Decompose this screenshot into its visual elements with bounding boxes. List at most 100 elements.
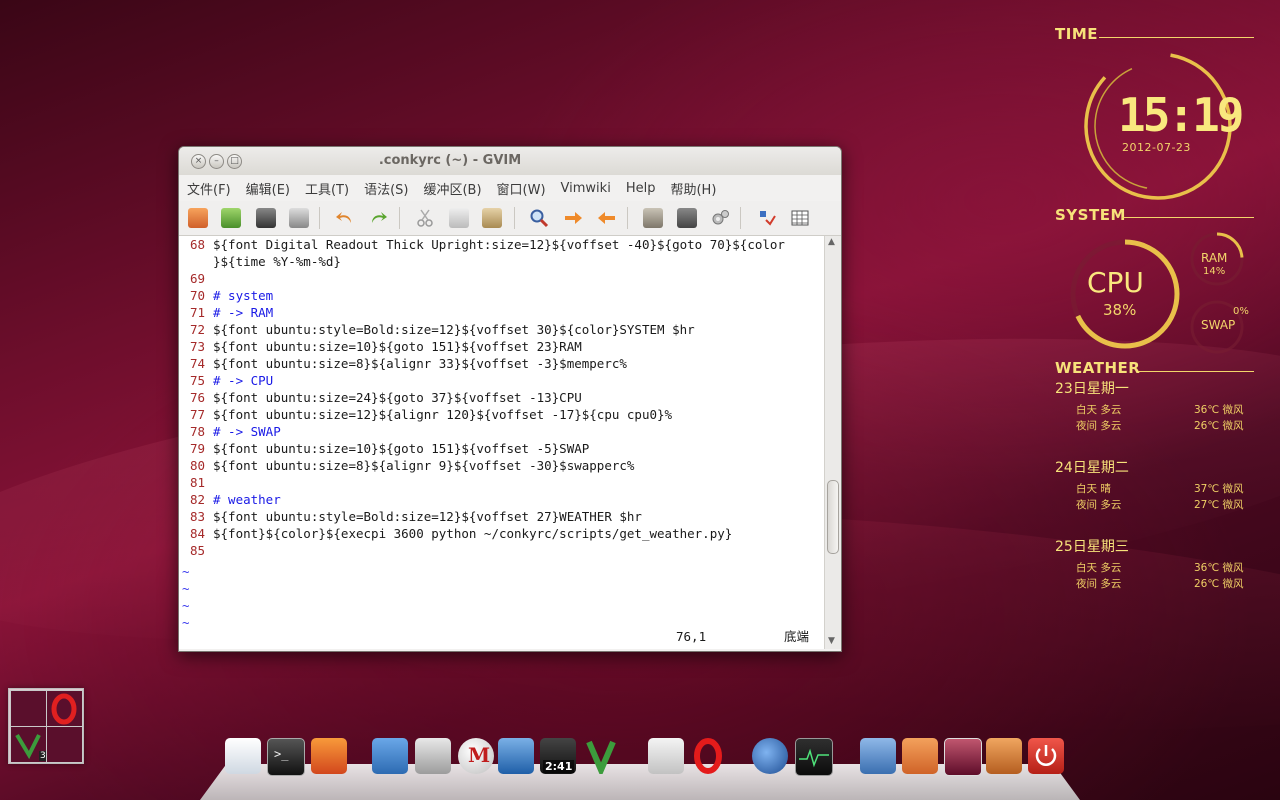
line-text: # -> SWAP [213,424,281,439]
dock-opera-icon[interactable] [690,738,726,774]
toolbar-separator [627,207,628,229]
editor-line[interactable]: 76 ${font ubuntu:size=24}${goto 37}${voff… [179,389,582,406]
settings-gear-icon[interactable] [710,208,730,228]
menu-help-en[interactable]: Help [626,181,656,196]
menu-help[interactable]: 帮助(H) [670,179,716,198]
editor-line[interactable]: 84 ${font}${color}${execpi 3600 python ~/… [179,525,732,542]
editor-text-area[interactable]: 68 ${font Digital Readout Thick Upright:s… [179,236,824,649]
editor-line[interactable]: 83 ${font ubuntu:style=Bold:size=12}${vof… [179,508,642,525]
find-replace-icon[interactable] [529,208,549,228]
line-number: 83 [189,509,205,524]
scroll-up-icon[interactable]: ▲ [828,237,835,247]
menu-window[interactable]: 窗口(W) [497,179,546,198]
window-title: .conkyrc (~) - GVIM [378,153,522,168]
copy-icon[interactable] [449,208,469,228]
dock-terminal-icon[interactable]: >_ [267,738,305,776]
cut-icon[interactable] [415,208,435,228]
editor-line[interactable]: 82 # weather [179,491,281,508]
scroll-down-icon[interactable]: ▼ [828,636,835,646]
vertical-scrollbar[interactable]: ▲ ▼ [824,236,841,649]
print-icon[interactable] [289,208,309,228]
dock-mail-icon[interactable] [648,738,684,774]
dock-folder-icon[interactable] [986,738,1022,774]
dock-gvim-icon[interactable] [583,738,619,778]
editor-line[interactable]: 79 ${font ubuntu:size=10}${goto 151}${vof… [179,440,589,457]
line-text: # -> CPU [213,373,274,388]
line-number: 80 [189,458,205,473]
gvim-window[interactable]: × – □ .conkyrc (~) - GVIM 文件(F) 编辑(E) 工具… [178,146,842,652]
line-text: ${font Digital Readout Thick Upright:siz… [213,237,785,252]
weather-rule [1138,371,1254,372]
dock-desktop-icon[interactable] [944,738,982,776]
spell-check-icon[interactable] [756,208,776,228]
dock-time-machine-icon[interactable] [902,738,938,774]
swap-percent: 0% [1233,306,1249,317]
paste-icon[interactable] [482,208,502,228]
weather-day-3-value: 36℃ 微风 [1194,562,1244,574]
line-number: 73 [189,339,205,354]
editor-line[interactable]: 73 ${font ubuntu:size=10}${goto 151}${vof… [179,338,582,355]
line-text: # system [213,288,274,303]
workspace-switcher[interactable]: 3 [8,688,84,764]
dock-software-center-icon[interactable] [311,738,347,774]
editor-line[interactable]: 71 # -> RAM [179,304,273,321]
editor-line[interactable]: 78 # -> SWAP [179,423,281,440]
weather-day-3-label: 白天 多云 [1076,562,1122,574]
dock-finder-icon[interactable] [860,738,896,774]
line-text: # weather [213,492,281,507]
table-icon[interactable] [790,208,810,228]
toolbar [179,201,841,236]
workspace-2[interactable] [46,690,83,727]
weather-day-1-value: 36℃ 微风 [1194,404,1244,416]
menu-tools[interactable]: 工具(T) [305,179,349,198]
editor-line[interactable]: 70 # system [179,287,273,304]
scrollbar-thumb[interactable] [827,480,839,554]
editor-line[interactable]: 74 ${font ubuntu:size=8}${alignr 33}${vof… [179,355,627,372]
save-icon[interactable] [256,208,276,228]
editor-line[interactable]: }${time %Y-%m-%d} [179,253,341,270]
open-file-icon[interactable] [188,208,208,228]
line-text: # -> RAM [213,305,274,320]
dock-system-monitor-icon[interactable] [795,738,833,776]
dock-power-icon[interactable] [1028,738,1064,774]
menu-vimwiki[interactable]: Vimwiki [561,181,611,196]
window-titlebar[interactable]: × – □ .conkyrc (~) - GVIM [179,147,841,175]
redo-icon[interactable] [368,208,388,228]
dock-documents-icon[interactable] [225,738,261,774]
editor-line[interactable]: 68 ${font Digital Readout Thick Upright:s… [179,236,785,253]
find-previous-icon[interactable] [597,208,617,228]
undo-icon[interactable] [335,208,355,228]
dock-mail-m-icon[interactable]: M [458,738,494,774]
conky-panel: TIME 15:19 2012-07-23 SYSTEM CPU 38% RAM… [1050,0,1280,620]
workspace-1[interactable] [10,690,47,727]
dock-image-viewer-icon[interactable] [372,738,408,774]
workspace-3[interactable]: 3 [10,726,47,763]
weather-night-1-label: 夜间 多云 [1076,420,1122,432]
toolbar-separator [399,207,400,229]
toolbar-separator [740,207,741,229]
editor-line[interactable]: 69 [179,270,213,287]
menu-file[interactable]: 文件(F) [187,179,231,198]
line-text: ${font ubuntu:style=Bold:size=12}${voffs… [213,509,642,524]
editor-line[interactable]: 81 [179,474,213,491]
editor-line[interactable]: 72 ${font ubuntu:style=Bold:size=12}${vof… [179,321,695,338]
save-session-icon[interactable] [677,208,697,228]
load-session-icon[interactable] [643,208,663,228]
editor-line[interactable]: 85 [179,542,213,559]
menu-edit[interactable]: 编辑(E) [246,179,290,198]
editor-line[interactable]: 77 ${font ubuntu:size=12}${alignr 120}${v… [179,406,672,423]
menu-buffers[interactable]: 缓冲区(B) [423,179,481,198]
editor-line[interactable]: 80 ${font ubuntu:size=8}${alignr 9}${voff… [179,457,635,474]
dock-thunderbird-icon[interactable] [752,738,788,774]
dock-virtualbox-icon[interactable] [498,738,534,774]
save-download-icon[interactable] [221,208,241,228]
clock-time: 15:19 [1118,88,1244,142]
dock-calculator-icon[interactable] [415,738,451,774]
editor-line[interactable]: 75 # -> CPU [179,372,273,389]
line-number: 72 [189,322,205,337]
empty-line-marker: ~ [182,564,190,579]
menu-syntax[interactable]: 语法(S) [364,179,408,198]
line-number: 85 [189,543,205,558]
find-next-icon[interactable] [563,208,583,228]
workspace-4[interactable] [46,726,83,763]
